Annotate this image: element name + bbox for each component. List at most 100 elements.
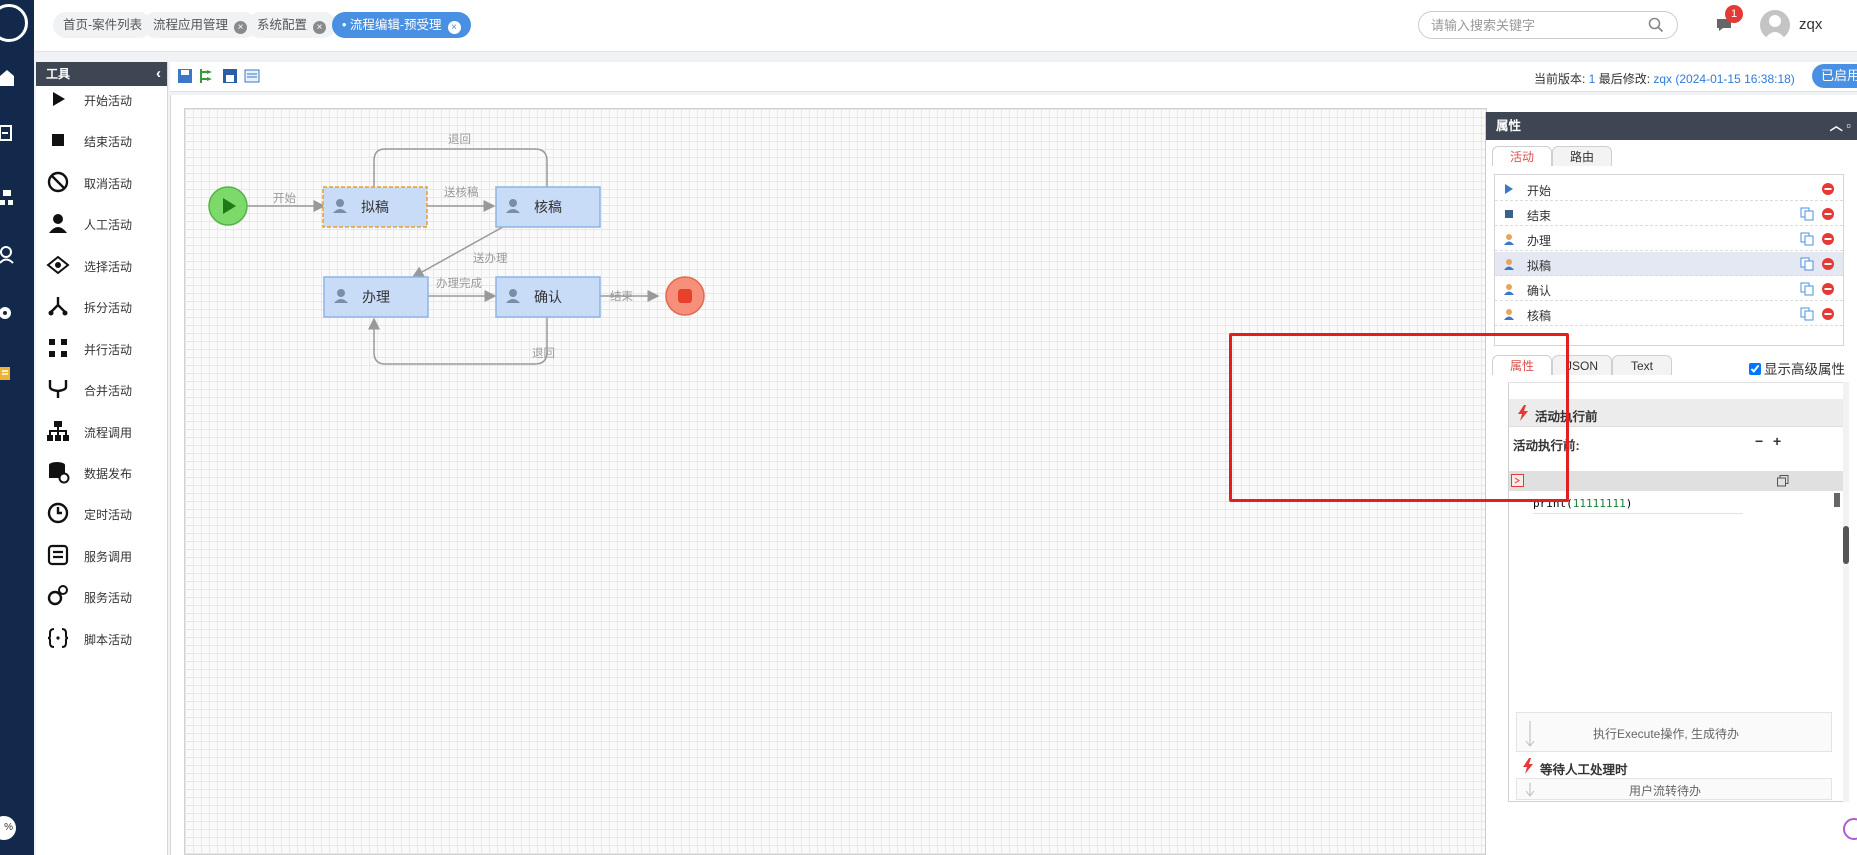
close-icon[interactable]: ×: [234, 21, 248, 34]
tab-flow-app[interactable]: 流程应用管理 ×: [143, 12, 258, 38]
user-icon[interactable]: [0, 246, 14, 264]
edge-label-end: 结束: [610, 290, 633, 303]
search-input[interactable]: [1418, 11, 1678, 39]
tool-cancel[interactable]: 取消活动: [36, 167, 167, 197]
save-icon[interactable]: [177, 68, 193, 84]
tab-properties[interactable]: 属性: [1492, 355, 1552, 375]
end-node[interactable]: [665, 276, 705, 316]
import-icon[interactable]: [0, 124, 14, 142]
database-icon: [49, 462, 70, 484]
copy-icon[interactable]: [1800, 207, 1815, 221]
tool-manual[interactable]: 人工活动: [36, 208, 167, 238]
activity-row-handle[interactable]: 办理: [1495, 227, 1843, 251]
tool-timer[interactable]: 定时活动: [36, 498, 167, 528]
advanced-properties-toggle[interactable]: 显示高级属性: [1749, 358, 1845, 378]
tool-data-publish[interactable]: 数据发布: [36, 457, 167, 487]
node-review[interactable]: 核稿: [495, 186, 601, 228]
edge-back-bottom[interactable]: [368, 314, 548, 365]
tab-home[interactable]: 首页-案件列表: [53, 12, 153, 38]
node-handle[interactable]: 办理: [323, 276, 429, 318]
tool-subflow[interactable]: 流程调用: [36, 416, 167, 446]
activity-row-end[interactable]: 结束: [1495, 202, 1843, 226]
tool-start[interactable]: 开始活动: [36, 84, 167, 114]
tab-flow-edit[interactable]: • 流程编辑-预受理 ×: [332, 12, 471, 38]
scrollbar-thumb[interactable]: [1843, 526, 1849, 564]
advanced-checkbox[interactable]: [1749, 363, 1761, 375]
org-icon[interactable]: [0, 188, 14, 206]
copy-icon[interactable]: [1800, 307, 1815, 321]
code-editor[interactable]: print(11111111): [1509, 491, 1847, 651]
start-node[interactable]: [208, 186, 248, 226]
close-icon[interactable]: ×: [447, 21, 461, 34]
tool-merge[interactable]: 合并活动: [36, 374, 167, 404]
tool-label: 选择活动: [84, 260, 133, 274]
tool-service-call[interactable]: 服务调用: [36, 540, 167, 570]
activity-row-review[interactable]: 核稿: [1495, 302, 1843, 326]
tool-script[interactable]: 脚本活动: [36, 623, 167, 653]
properties-icon[interactable]: [244, 68, 260, 84]
activity-row-confirm[interactable]: 确认: [1495, 277, 1843, 301]
tab-label: 首页-案件列表: [63, 18, 143, 32]
delete-icon[interactable]: [1821, 257, 1835, 271]
activity-row-start[interactable]: 开始: [1495, 177, 1843, 201]
zoom-badge[interactable]: %: [0, 816, 16, 840]
copy-icon[interactable]: [1800, 282, 1815, 296]
code-function: print: [1533, 497, 1567, 510]
delete-icon[interactable]: [1821, 182, 1835, 196]
delete-icon[interactable]: [1821, 232, 1835, 246]
tool-choice[interactable]: 选择活动: [36, 250, 167, 280]
home-icon[interactable]: [0, 68, 14, 86]
save-as-icon[interactable]: [222, 68, 238, 84]
copy-icon[interactable]: [1800, 257, 1815, 271]
code-scrollbar[interactable]: [1834, 493, 1840, 507]
restore-window-icon[interactable]: [1777, 475, 1789, 487]
delete-icon[interactable]: [1821, 282, 1835, 296]
remove-button[interactable]: −: [1755, 433, 1763, 449]
copy-icon[interactable]: [1800, 232, 1815, 246]
edge-send-handle[interactable]: [411, 222, 511, 278]
tool-label: 数据发布: [84, 467, 133, 481]
tool-label: 人工活动: [84, 218, 133, 232]
close-icon[interactable]: ×: [313, 21, 327, 34]
note-icon[interactable]: [0, 364, 14, 382]
tool-end[interactable]: 结束活动: [36, 125, 167, 155]
tab-system-config[interactable]: 系统配置 ×: [247, 12, 337, 38]
node-draft[interactable]: 拟稿: [322, 186, 428, 228]
activity-row-draft[interactable]: 拟稿: [1495, 252, 1843, 276]
avatar[interactable]: [1760, 10, 1790, 40]
logo-icon[interactable]: [0, 4, 28, 42]
maximize-icon[interactable]: ▫: [1846, 118, 1851, 133]
script-run-icon[interactable]: [1511, 474, 1524, 487]
tool-split[interactable]: 拆分活动: [36, 291, 167, 321]
person-icon: [49, 214, 67, 233]
tab-text[interactable]: Text: [1612, 355, 1672, 375]
activity-label: 拟稿: [1527, 259, 1552, 273]
username[interactable]: zqx: [1799, 16, 1822, 33]
chevron-left-icon[interactable]: ‹: [156, 62, 161, 86]
tool-parallel[interactable]: 并行活动: [36, 333, 167, 363]
tool-label: 定时活动: [84, 508, 133, 522]
tool-label: 结束活动: [84, 135, 133, 149]
tool-service-activity[interactable]: 服务活动: [36, 581, 167, 611]
tab-activity[interactable]: 活动: [1492, 146, 1552, 166]
collapse-up-icon[interactable]: ︿: [1830, 118, 1843, 133]
flow-diagram[interactable]: 开始 退回 送核稿 送办理 办理完成 结束 退回 拟稿 核稿 办理 确认: [185, 109, 1486, 854]
gears-icon: [47, 585, 68, 606]
activity-label: 核稿: [1527, 309, 1552, 323]
section-before-execute[interactable]: 活动执行前: [1509, 399, 1847, 427]
execute-text: 执行Execute操作, 生成待办: [1593, 727, 1740, 741]
delete-icon[interactable]: [1821, 307, 1835, 321]
scrollbar-track[interactable]: [1843, 382, 1849, 802]
code-line[interactable]: print(11111111): [1533, 497, 1632, 510]
node-confirm[interactable]: 确认: [495, 276, 601, 318]
flow-canvas[interactable]: 开始 退回 送核稿 送办理 办理完成 结束 退回 拟稿 核稿 办理 确认: [184, 108, 1487, 855]
search-icon[interactable]: [1648, 17, 1664, 33]
flow-run-icon[interactable]: [198, 68, 214, 84]
tab-json[interactable]: JSON: [1552, 355, 1612, 375]
add-button[interactable]: +: [1773, 433, 1781, 449]
delete-icon[interactable]: [1821, 207, 1835, 221]
settings-icon[interactable]: [0, 304, 14, 322]
code-underline: [1533, 513, 1743, 514]
enabled-button[interactable]: 已启用: [1812, 64, 1857, 88]
tab-route[interactable]: 路由: [1552, 146, 1612, 166]
